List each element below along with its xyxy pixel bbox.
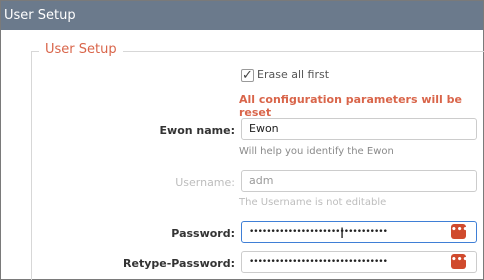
window-title: User Setup xyxy=(1,1,483,30)
ewon-name-label: Ewon name: xyxy=(159,124,235,137)
password-label: Password: xyxy=(171,227,235,240)
dots-icon: ••• xyxy=(451,255,469,265)
password-reveal-button[interactable]: ••• xyxy=(451,224,469,239)
erase-all-checkbox[interactable]: ✓ xyxy=(241,69,254,82)
erase-all-label[interactable]: Erase all first xyxy=(257,68,329,81)
text-cursor-icon: I xyxy=(340,226,345,242)
user-setup-fieldset xyxy=(31,51,484,280)
password-value: •••••••••••••••••••••••••••••••• xyxy=(249,227,388,237)
username-hint: The Username is not editable xyxy=(239,197,387,208)
username-input: adm xyxy=(241,170,477,192)
ewon-name-input[interactable]: Ewon xyxy=(241,118,477,140)
reset-warning: All configuration parameters will be res… xyxy=(239,93,462,119)
dots-icon: ••• xyxy=(451,225,469,235)
fieldset-legend: User Setup xyxy=(39,42,123,57)
retype-password-value: •••••••••••••••••••••••••••••••• xyxy=(249,257,388,267)
retype-password-reveal-button[interactable]: ••• xyxy=(451,254,469,269)
ewon-name-hint: Will help you identify the Ewon xyxy=(239,146,394,157)
retype-password-label: Retype-Password: xyxy=(123,257,235,270)
username-label: Username: xyxy=(175,176,235,189)
